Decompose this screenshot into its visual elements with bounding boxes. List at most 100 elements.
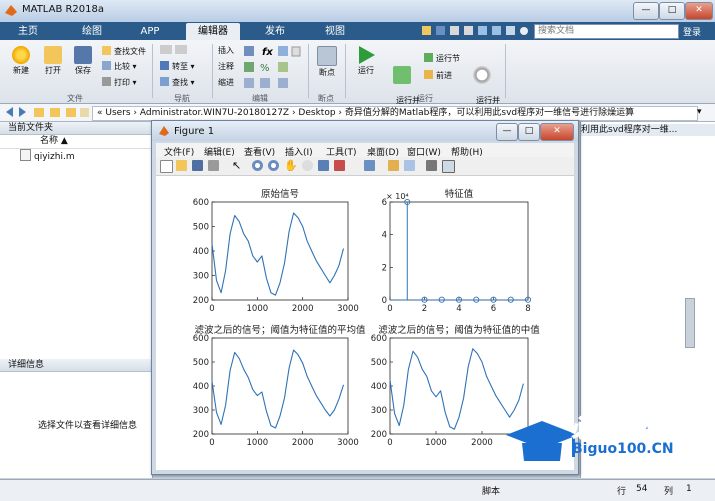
y-tick-label: 500 — [193, 223, 209, 233]
nav-arrows[interactable] — [160, 45, 187, 56]
y-tick-label: 200 — [193, 296, 209, 306]
matlab-logo-icon — [4, 3, 18, 17]
x-tick-label: 8 — [525, 304, 530, 314]
print-icon — [102, 77, 111, 86]
x-tick-label: 2000 — [471, 438, 493, 448]
close-button[interactable]: ✕ — [685, 2, 713, 20]
x-tick-label: 3000 — [337, 438, 359, 448]
breakpoints-button[interactable]: 断点 — [312, 46, 342, 78]
new-label: 新建 — [13, 66, 29, 75]
maximize-button[interactable]: □ — [659, 2, 685, 20]
compare-icon — [102, 61, 111, 70]
advance-button[interactable]: 前进 — [424, 70, 452, 81]
file-list-item[interactable]: qiyizhi.m — [0, 149, 152, 163]
pan-hand-icon[interactable]: ✋ — [284, 159, 298, 172]
pointer-icon[interactable]: ↖ — [232, 159, 241, 172]
folder-nav-icons[interactable] — [4, 106, 90, 119]
zoom-in-icon[interactable] — [252, 160, 263, 171]
colorbar-icon[interactable] — [388, 160, 399, 171]
group-separator — [308, 44, 309, 98]
figure-maximize-button[interactable]: □ — [518, 123, 540, 141]
window-title: MATLAB R2018a — [22, 4, 105, 15]
y-tick-label: 300 — [193, 272, 209, 282]
open-button[interactable]: 打开 — [38, 46, 68, 76]
run-button[interactable]: 运行 — [352, 46, 380, 76]
editor-tab-title[interactable]: 利用此svd程序对一维... — [581, 124, 715, 136]
figure-logo-icon — [158, 125, 170, 137]
goto-button[interactable]: 转至 ▾ — [160, 61, 195, 72]
forward-arrow-icon — [175, 45, 187, 54]
print-figure-icon[interactable] — [208, 160, 219, 171]
y-tick-label: 300 — [371, 406, 387, 416]
current-folder-header: 当前文件夹 — [0, 122, 152, 135]
y-tick-label: 600 — [193, 198, 209, 208]
find-button[interactable]: 查找 ▾ — [160, 77, 195, 88]
compare-button[interactable]: 比较 ▾ — [102, 61, 137, 72]
row-value: 54 — [636, 484, 648, 494]
x-tick-label: 6 — [491, 304, 496, 314]
run-section-button[interactable]: 运行节 — [424, 53, 460, 64]
brush-icon[interactable] — [334, 160, 345, 171]
legend-icon[interactable] — [404, 160, 415, 171]
run-advance-icon — [393, 66, 411, 84]
folder-icon — [44, 46, 62, 64]
tab-apps[interactable]: APP — [128, 23, 172, 40]
print-button[interactable]: 打印 ▾ — [102, 77, 137, 88]
x-tick-label: 4 — [456, 304, 461, 314]
tab-view[interactable]: 视图 — [312, 23, 358, 40]
quick-access-icons[interactable] — [420, 25, 530, 37]
new-button[interactable]: 新建 — [6, 46, 36, 76]
x-tick-label: 0 — [387, 304, 392, 314]
save-label: 保存 — [75, 66, 91, 75]
window-titlebar: MATLAB R2018a — □ ✕ — [0, 0, 715, 23]
find-files-button[interactable]: 查找文件 — [102, 46, 146, 57]
nav-group-label: 导航 — [174, 94, 190, 103]
y-exponent-label: × 10⁴ — [386, 192, 409, 201]
tab-home[interactable]: 主页 — [10, 23, 46, 40]
open-file-icon[interactable] — [176, 160, 187, 171]
figure-close-button[interactable]: ✕ — [540, 123, 574, 141]
link-plot-icon[interactable] — [364, 160, 375, 171]
current-path-breadcrumb[interactable]: « Users › Administrator.WIN7U-20180127Z … — [92, 106, 698, 121]
quick-access-toolbar — [420, 25, 530, 37]
x-tick-label: 3000 — [337, 304, 359, 314]
tab-editor[interactable]: 编辑器 — [186, 23, 240, 40]
minimize-button[interactable]: — — [633, 2, 659, 20]
run-section-label: 运行节 — [436, 54, 460, 63]
group-separator — [505, 44, 506, 98]
col-value: 1 — [686, 484, 692, 494]
filter-icon[interactable]: ▾ — [674, 25, 682, 38]
zoom-out-icon[interactable] — [268, 160, 279, 171]
edit-icon-grid[interactable]: fx % — [242, 44, 304, 90]
name-column-header[interactable]: 名称 ▲ — [0, 135, 152, 149]
svg-text:fx: fx — [262, 47, 273, 58]
insert-button[interactable]: 插入 — [218, 45, 234, 56]
save-figure-icon[interactable] — [192, 160, 203, 171]
figure-minimize-button[interactable]: — — [496, 123, 518, 141]
x-tick-label: 0 — [209, 438, 214, 448]
search-documentation-input[interactable]: 搜索文档 — [534, 24, 679, 39]
data-cursor-icon[interactable] — [318, 160, 329, 171]
hide-plot-tools-icon[interactable] — [426, 160, 437, 171]
edit-group-label: 编辑 — [252, 94, 268, 103]
x-tick-label: 2000 — [292, 304, 314, 314]
x-tick-label: 0 — [387, 438, 392, 448]
editor-scrollbar[interactable] — [685, 298, 695, 348]
show-plot-tools-icon[interactable] — [442, 160, 455, 173]
login-link[interactable]: 登录 — [683, 25, 701, 38]
comment-button[interactable]: 注释 — [218, 61, 234, 72]
find-files-label: 查找文件 — [114, 47, 146, 56]
breakpoints-label: 断点 — [319, 68, 335, 77]
group-separator — [212, 44, 213, 98]
indent-button[interactable]: 缩进 — [218, 77, 234, 88]
rotate-3d-icon[interactable] — [302, 160, 313, 171]
figure-title: Figure 1 — [174, 126, 215, 137]
details-header: 详细信息 — [0, 359, 152, 372]
save-button[interactable]: 保存 — [68, 46, 98, 76]
new-figure-icon[interactable] — [160, 160, 173, 173]
x-tick-label: 0 — [209, 304, 214, 314]
tab-plots[interactable]: 绘图 — [68, 23, 116, 40]
tab-publish[interactable]: 发布 — [252, 23, 298, 40]
path-history-dropdown-icon[interactable]: ▾ — [697, 107, 709, 117]
x-tick-label: 1000 — [247, 304, 269, 314]
